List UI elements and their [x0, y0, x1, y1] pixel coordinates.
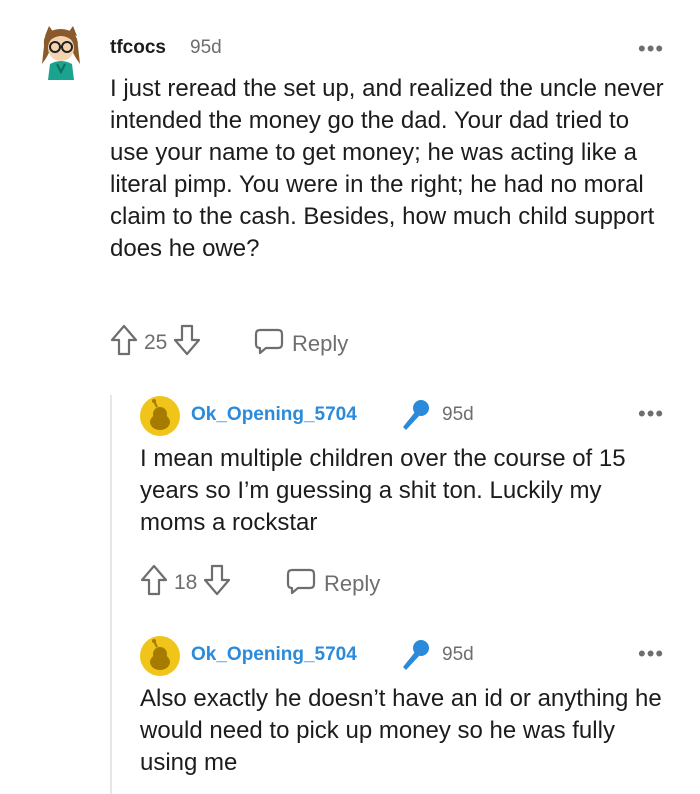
chat-bubble-icon	[286, 567, 324, 601]
avatar[interactable]	[140, 636, 180, 676]
upvote-arrow-icon[interactable]	[110, 324, 138, 362]
chat-bubble-icon	[254, 327, 292, 361]
timestamp: 95d	[442, 404, 474, 425]
timestamp: 95d	[442, 644, 474, 665]
username[interactable]: tfcocs	[110, 37, 166, 59]
comment-body: I mean multiple children over the course…	[140, 445, 626, 536]
reply-label: Reply	[292, 331, 349, 356]
avatar[interactable]	[140, 396, 180, 436]
username[interactable]: Ok_Opening_5704	[191, 644, 357, 666]
timestamp: 95d	[190, 37, 222, 58]
more-options-button[interactable]: •••	[638, 403, 664, 425]
vote-controls: 25	[110, 324, 201, 362]
microphone-icon	[398, 638, 432, 677]
vote-controls: 18	[140, 564, 231, 602]
reply-button[interactable]: Reply	[254, 327, 348, 361]
microphone-icon	[398, 398, 432, 437]
comment-body: I just reread the set up, and realized t…	[110, 75, 664, 262]
username[interactable]: Ok_Opening_5704	[191, 404, 357, 426]
comment-body: Also exactly he doesn’t have an id or an…	[140, 685, 662, 776]
downvote-arrow-icon[interactable]	[173, 324, 201, 362]
upvote-arrow-icon[interactable]	[140, 564, 168, 602]
vote-count: 25	[144, 331, 168, 354]
reply-button[interactable]: Reply	[286, 567, 380, 601]
more-options-button[interactable]: •••	[638, 643, 664, 665]
vote-count: 18	[174, 571, 198, 594]
thread-line[interactable]	[110, 395, 112, 794]
more-options-button[interactable]: •••	[638, 38, 664, 60]
downvote-arrow-icon[interactable]	[203, 564, 231, 602]
reply-label: Reply	[324, 571, 381, 596]
avatar[interactable]	[38, 24, 84, 80]
